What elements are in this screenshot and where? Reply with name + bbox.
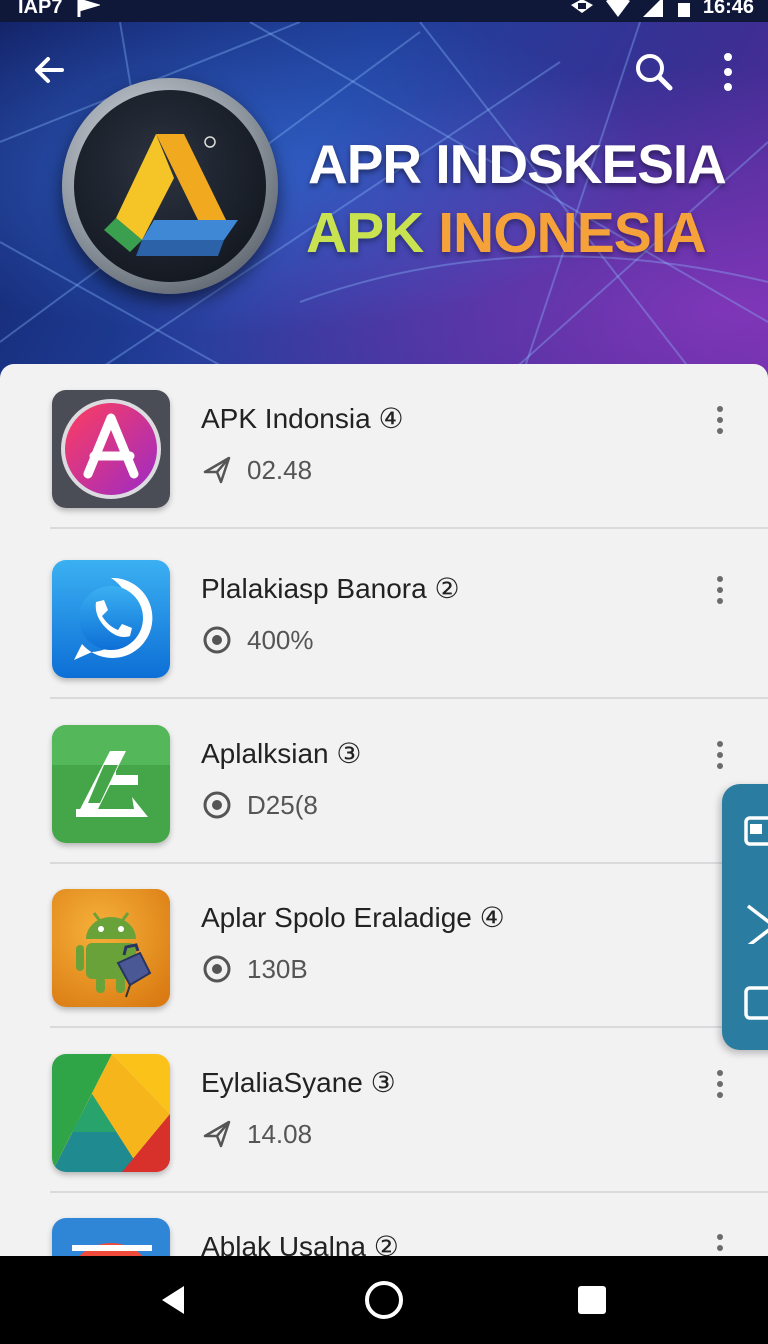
- wifi-icon: [605, 0, 630, 17]
- list-item[interactable]: APK Indonsia ④ 02.48: [0, 364, 768, 529]
- brand-logo: [62, 78, 278, 294]
- more-vert-icon[interactable]: [712, 48, 744, 96]
- more-vert-icon[interactable]: [706, 1064, 734, 1104]
- nav-recents-icon[interactable]: [570, 1278, 614, 1322]
- more-vert-icon[interactable]: [706, 735, 734, 775]
- cast-icon: [570, 0, 593, 13]
- list-item[interactable]: Plalakiasp Banora ② 400%: [0, 534, 768, 699]
- list-item[interactable]: Aplalksian ③ D25(8: [0, 699, 768, 864]
- app-meta: D25(8: [201, 789, 318, 821]
- app-meta: 14.08: [201, 1118, 312, 1150]
- send-icon: [203, 456, 231, 484]
- more-vert-icon[interactable]: [706, 400, 734, 440]
- arrow-left-icon[interactable]: [28, 48, 72, 92]
- carrier-label: IAP7: [18, 0, 63, 18]
- more-vert-icon[interactable]: [706, 1228, 734, 1256]
- app-meta-value: 130B: [247, 953, 308, 984]
- banner-subtitle: APK INONESIA: [306, 200, 707, 266]
- list-item[interactable]: EylaliaSyane ③ 14.08: [0, 1028, 768, 1193]
- floating-side-panel[interactable]: [722, 784, 768, 1050]
- colorful-icon: [52, 1218, 170, 1256]
- app-name: Ablak Usalna ②: [201, 1231, 399, 1256]
- status-bar: IAP7 16:46: [0, 0, 768, 22]
- system-nav-bar: [0, 1256, 768, 1344]
- app-meta: 400%: [201, 624, 314, 656]
- target-icon: [203, 626, 231, 654]
- app-store-icon: [52, 390, 170, 508]
- more-vert-icon[interactable]: [706, 570, 734, 610]
- list-item[interactable]: Aplar Spolo Eraladige ④ 130B: [0, 863, 768, 1028]
- app-meta-value: D25(8: [247, 789, 318, 820]
- android-icon: [52, 889, 170, 1007]
- battery-icon: [677, 2, 690, 17]
- divider: [50, 527, 768, 529]
- nav-back-icon[interactable]: [152, 1278, 196, 1322]
- banner-title: APR INDSKESIA: [308, 133, 727, 195]
- target-icon: [203, 955, 231, 983]
- app-meta-value: 14.08: [247, 1118, 313, 1149]
- clock-label: 16:46: [702, 0, 754, 18]
- app-meta-value: 02.48: [247, 454, 313, 485]
- app-meta: 02.48: [201, 454, 312, 486]
- app-name: Aplar Spolo Eraladige ④: [201, 902, 505, 933]
- flag-icon: [77, 0, 101, 17]
- app-name: APK Indonsia ④: [201, 403, 404, 434]
- close-icon[interactable]: [740, 902, 768, 944]
- signal-icon: [642, 0, 663, 17]
- app-meta-value: 400%: [247, 624, 314, 655]
- whatsapp-icon: [52, 560, 170, 678]
- square-icon[interactable]: [740, 982, 768, 1024]
- app-meta: 130B: [201, 953, 308, 985]
- app-name: EylaliaSyane ③: [201, 1067, 396, 1098]
- app-name: Aplalksian ③: [201, 738, 362, 769]
- drive-triangle-icon: [104, 134, 238, 256]
- list-item[interactable]: Ablak Usalna ②: [0, 1192, 768, 1256]
- target-icon: [203, 791, 231, 819]
- app-name: Plalakiasp Banora ②: [201, 573, 460, 604]
- green-a-icon: [52, 725, 170, 843]
- app-list: APK Indonsia ④ 02.48 Plalakiasp Banora ②…: [0, 364, 768, 1256]
- banner-subtitle-part2: INONESIA: [438, 201, 707, 265]
- app-header-banner: APR INDSKESIA APK INONESIA: [0, 22, 768, 382]
- search-icon[interactable]: [630, 48, 678, 96]
- nav-home-icon[interactable]: [362, 1278, 406, 1322]
- banner-subtitle-part1: APK: [306, 201, 439, 265]
- send-icon: [203, 1120, 231, 1148]
- triangle-colors-icon: [52, 1054, 170, 1172]
- window-icon[interactable]: [740, 810, 768, 852]
